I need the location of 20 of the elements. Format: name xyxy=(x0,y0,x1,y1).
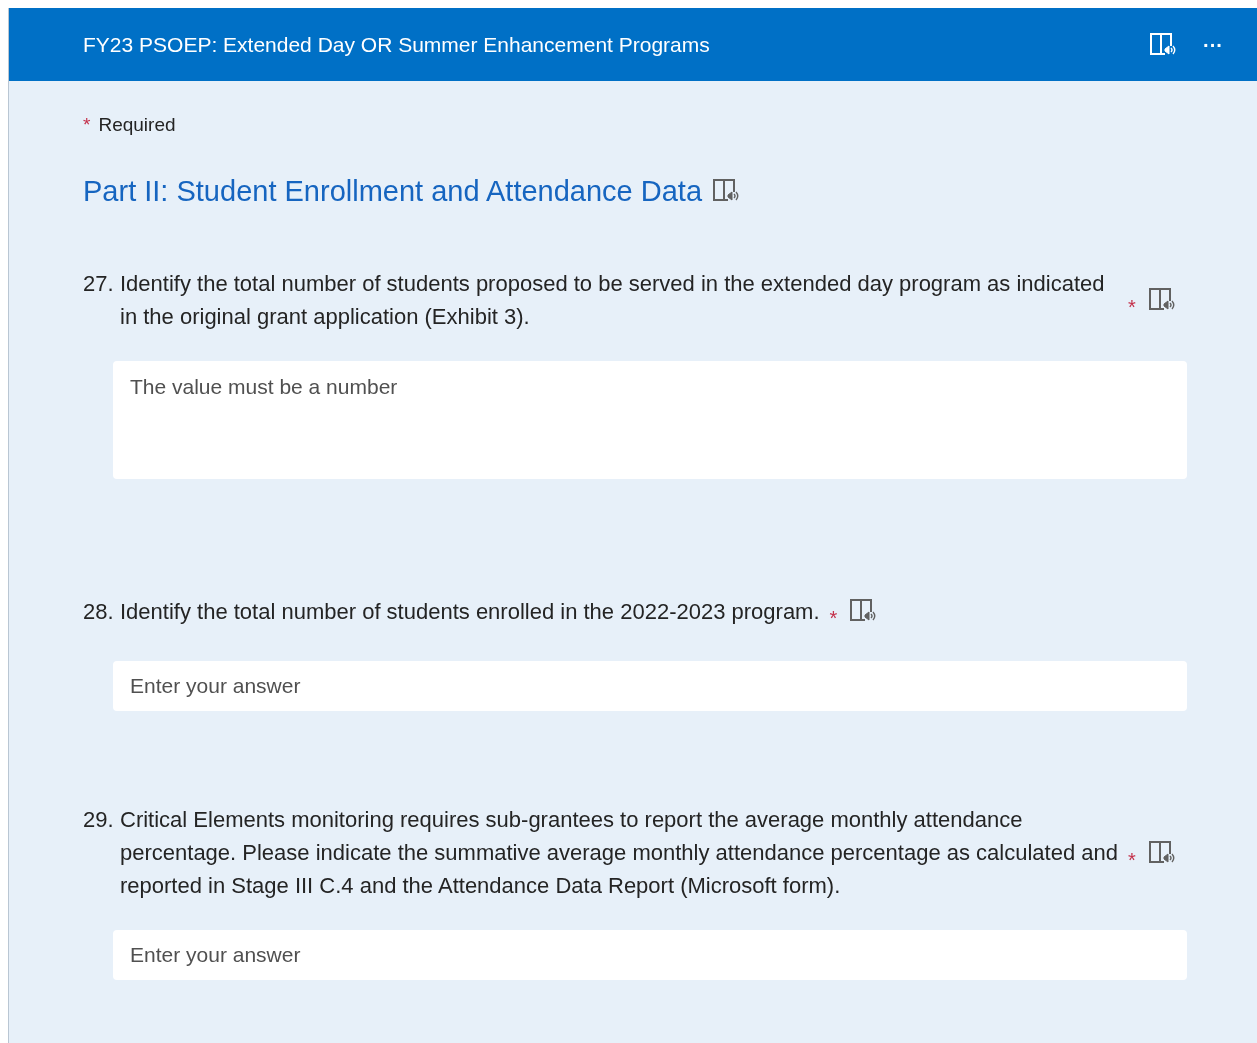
required-asterisk: * xyxy=(1128,295,1136,320)
immersive-reader-icon[interactable] xyxy=(1147,839,1176,866)
immersive-reader-icon[interactable] xyxy=(849,598,878,624)
section-title: Part II: Student Enrollment and Attendance Data xyxy=(83,173,703,209)
more-options-button[interactable]: ··· xyxy=(1203,34,1223,55)
immersive-reader-icon[interactable] xyxy=(1147,287,1176,313)
answer-field[interactable]: Enter your answer xyxy=(113,661,1187,711)
question-number: 29. xyxy=(83,806,115,834)
question-number: 28. xyxy=(83,597,115,626)
form-title: FY23 PSOEP: Extended Day OR Summer Enhancement Programs xyxy=(83,31,711,58)
question-text: Identify the total number of students proposed to be served in the extended day program as indicated in the original grant application (Exhibit 3). xyxy=(120,270,1106,331)
answer-field[interactable]: The value must be a number xyxy=(113,361,1187,479)
required-asterisk: * xyxy=(1128,847,1136,873)
required-label: Required xyxy=(98,113,176,137)
answer-field[interactable]: Enter your answer xyxy=(113,930,1187,980)
question-number: 27. xyxy=(83,270,115,298)
required-asterisk: * xyxy=(83,113,91,137)
question-text: Identify the total number of students enrolled in the 2022-2023 program. xyxy=(120,597,820,626)
required-asterisk: * xyxy=(829,606,838,631)
question-text: Critical Elements monitoring requires sub-grantees to report the average monthly attendance percentage. Please indicate the summative average monthly attendance percentage as calculated and reported in Stage III C.4 and the Attendance Data Report (Microsoft form). xyxy=(120,806,1118,900)
